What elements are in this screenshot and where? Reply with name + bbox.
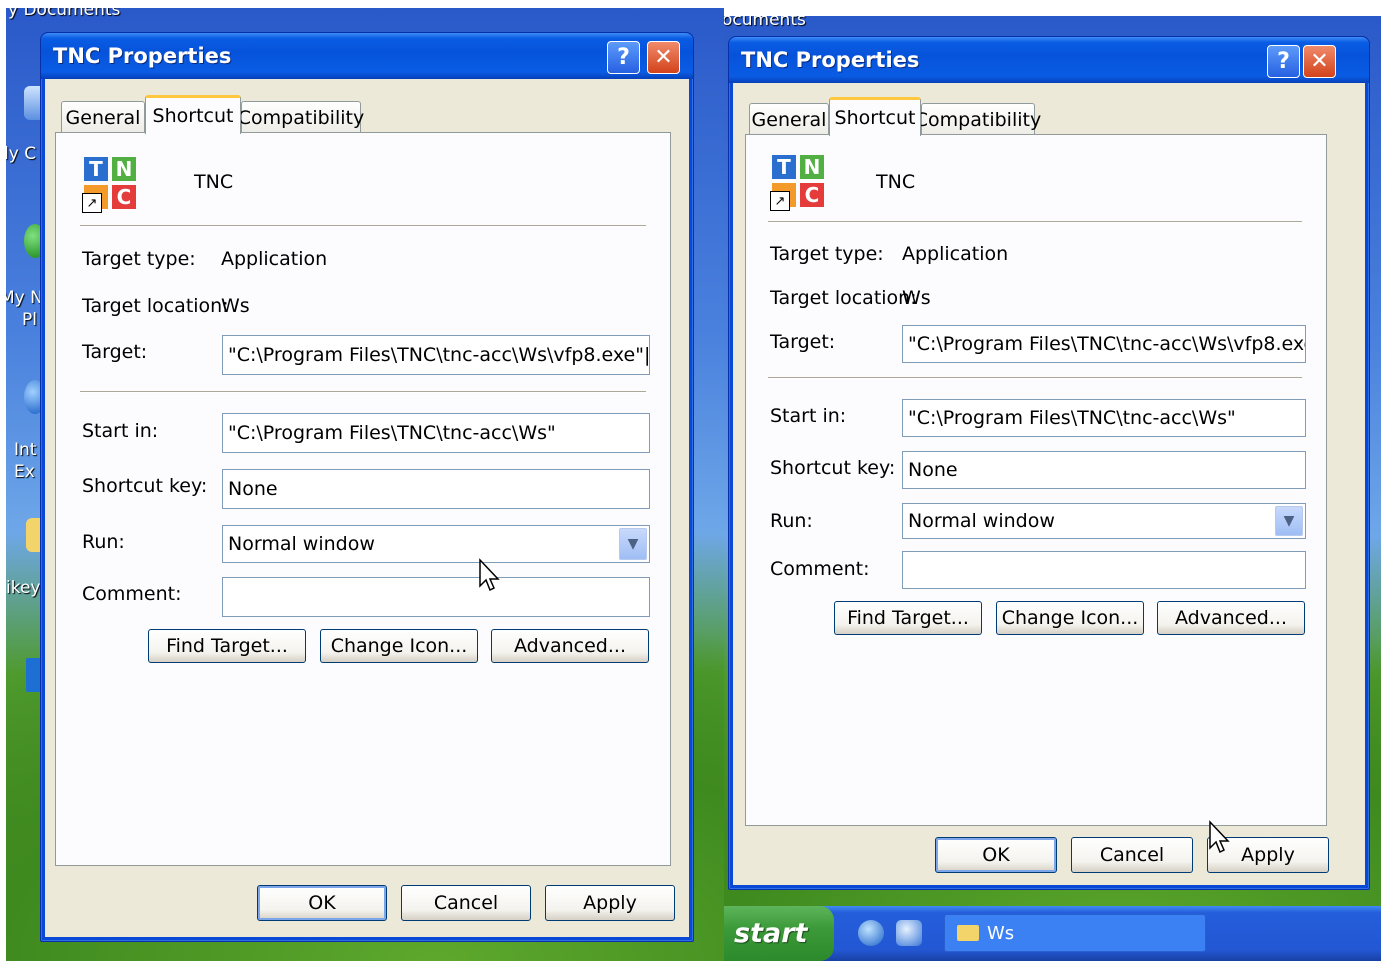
- start-in-input[interactable]: "C:\Program Files\TNC\tnc-acc\Ws": [902, 399, 1306, 437]
- left-screenshot: y Documents ly C My N Pl Int Ex ikey TNC…: [6, 8, 724, 961]
- separator: [80, 225, 646, 227]
- mouse-cursor-icon: [1209, 820, 1230, 854]
- desktop-icon-label: Ex: [14, 462, 35, 482]
- target-input[interactable]: "C:\Program Files\TNC\tnc-acc\Ws\vfp8.ex…: [222, 335, 650, 375]
- desktop-icon-label: My N: [6, 288, 43, 308]
- shortcut-arrow-icon: ↗: [770, 191, 790, 211]
- tab-shortcut[interactable]: Shortcut: [829, 97, 921, 136]
- comment-input[interactable]: [222, 577, 650, 617]
- tab-compatibility[interactable]: Compatibility: [915, 103, 1041, 136]
- separator: [80, 391, 646, 393]
- desktop-icon-label: Int: [14, 440, 37, 460]
- tab-general[interactable]: General: [61, 101, 145, 134]
- start-in-label: Start in:: [770, 405, 847, 427]
- window-title: TNC Properties: [741, 48, 920, 72]
- desktop-icon-label: Pl: [22, 310, 37, 330]
- run-select[interactable]: Normal window ▼: [222, 525, 650, 563]
- target-input[interactable]: "C:\Program Files\TNC\tnc-acc\Ws\vfp8.ex…: [902, 325, 1306, 363]
- shortcut-key-input[interactable]: None: [902, 451, 1306, 489]
- close-button[interactable]: ✕: [647, 41, 680, 74]
- title-bar[interactable]: TNC Properties ? ✕: [729, 37, 1369, 83]
- ok-button[interactable]: OK: [257, 885, 387, 921]
- properties-window: TNC Properties ? ✕ General Shortcut Comp…: [728, 36, 1370, 890]
- dialog-client: General Shortcut Compatibility T N C ↗ T…: [45, 79, 689, 937]
- comment-label: Comment:: [82, 583, 182, 605]
- help-button[interactable]: ?: [607, 41, 640, 74]
- target-label: Target:: [770, 331, 836, 353]
- chevron-down-icon[interactable]: ▼: [619, 528, 647, 560]
- comment-label: Comment:: [770, 558, 870, 580]
- tnc-app-icon: T N C ↗: [770, 155, 826, 211]
- internet-explorer-icon[interactable]: [858, 920, 884, 946]
- taskbar: start Ws: [724, 906, 1381, 961]
- start-in-label: Start in:: [82, 420, 159, 442]
- tab-compatibility[interactable]: Compatibility: [238, 101, 364, 134]
- find-target-button[interactable]: Find Target...: [148, 629, 306, 663]
- separator: [768, 221, 1302, 223]
- target-location-value: Ws: [902, 287, 931, 309]
- target-type-label: Target type:: [770, 243, 884, 265]
- desktop-icon-label: y Documents: [8, 8, 121, 20]
- target-type-value: Application: [902, 243, 1009, 265]
- start-button[interactable]: start: [724, 906, 834, 961]
- shortcut-key-label: Shortcut key:: [82, 475, 208, 497]
- app-name: TNC: [194, 171, 234, 193]
- help-button[interactable]: ?: [1267, 45, 1300, 78]
- desktop-icon-label: ikey: [6, 578, 41, 598]
- shortcut-key-input[interactable]: None: [222, 469, 650, 509]
- cancel-button[interactable]: Cancel: [401, 885, 531, 921]
- target-location-label: Target location:: [82, 295, 229, 317]
- ie-alt-icon[interactable]: [896, 920, 922, 946]
- shortcut-tab-page: T N C ↗ TNC Target type: Application Tar…: [55, 132, 671, 866]
- tnc-app-icon: T N C ↗: [82, 157, 138, 213]
- target-type-label: Target type:: [82, 248, 196, 270]
- change-icon-button[interactable]: Change Icon...: [996, 601, 1144, 635]
- app-name: TNC: [876, 171, 916, 193]
- chevron-down-icon[interactable]: ▼: [1275, 506, 1303, 536]
- tab-general[interactable]: General: [749, 103, 829, 136]
- tab-shortcut[interactable]: Shortcut: [145, 95, 241, 134]
- apply-button[interactable]: Apply: [545, 885, 675, 921]
- shortcut-tab-page: T N C ↗ TNC Target type: Application Tar…: [745, 134, 1327, 826]
- run-select-value: Normal window: [908, 510, 1055, 532]
- target-location-label: Target location:: [770, 287, 917, 309]
- change-icon-button[interactable]: Change Icon...: [320, 629, 478, 663]
- desktop-icon-label: ly C: [6, 144, 37, 164]
- dialog-client: General Shortcut Compatibility T N C ↗ T…: [733, 83, 1365, 885]
- desktop-icon-label: ocuments: [724, 16, 806, 30]
- run-select[interactable]: Normal window ▼: [902, 503, 1306, 539]
- properties-window: TNC Properties ? ✕ General Shortcut Comp…: [40, 32, 694, 942]
- run-label: Run:: [770, 510, 813, 532]
- taskbar-item-label: Ws: [987, 922, 1015, 944]
- advanced-button[interactable]: Advanced...: [491, 629, 649, 663]
- comment-input[interactable]: [902, 551, 1306, 589]
- title-bar[interactable]: TNC Properties ? ✕: [41, 33, 693, 79]
- target-location-value: Ws: [221, 295, 250, 317]
- shortcut-key-label: Shortcut key:: [770, 457, 896, 479]
- right-screenshot: ocuments TNC Properties ? ✕ General Shor…: [724, 16, 1381, 961]
- mouse-cursor-icon: [479, 558, 500, 592]
- close-button[interactable]: ✕: [1303, 45, 1336, 78]
- ok-button[interactable]: OK: [935, 837, 1057, 873]
- folder-icon: [957, 925, 979, 941]
- shortcut-arrow-icon: ↗: [82, 193, 102, 213]
- target-type-value: Application: [221, 248, 328, 270]
- cancel-button[interactable]: Cancel: [1071, 837, 1193, 873]
- start-in-input[interactable]: "C:\Program Files\TNC\tnc-acc\Ws": [222, 413, 650, 453]
- separator: [768, 377, 1302, 379]
- taskbar-item-ws[interactable]: Ws: [944, 914, 1206, 952]
- target-label: Target:: [82, 341, 148, 363]
- window-title: TNC Properties: [53, 44, 232, 68]
- run-select-value: Normal window: [228, 533, 375, 555]
- find-target-button[interactable]: Find Target...: [834, 601, 982, 635]
- advanced-button[interactable]: Advanced...: [1157, 601, 1305, 635]
- run-label: Run:: [82, 531, 125, 553]
